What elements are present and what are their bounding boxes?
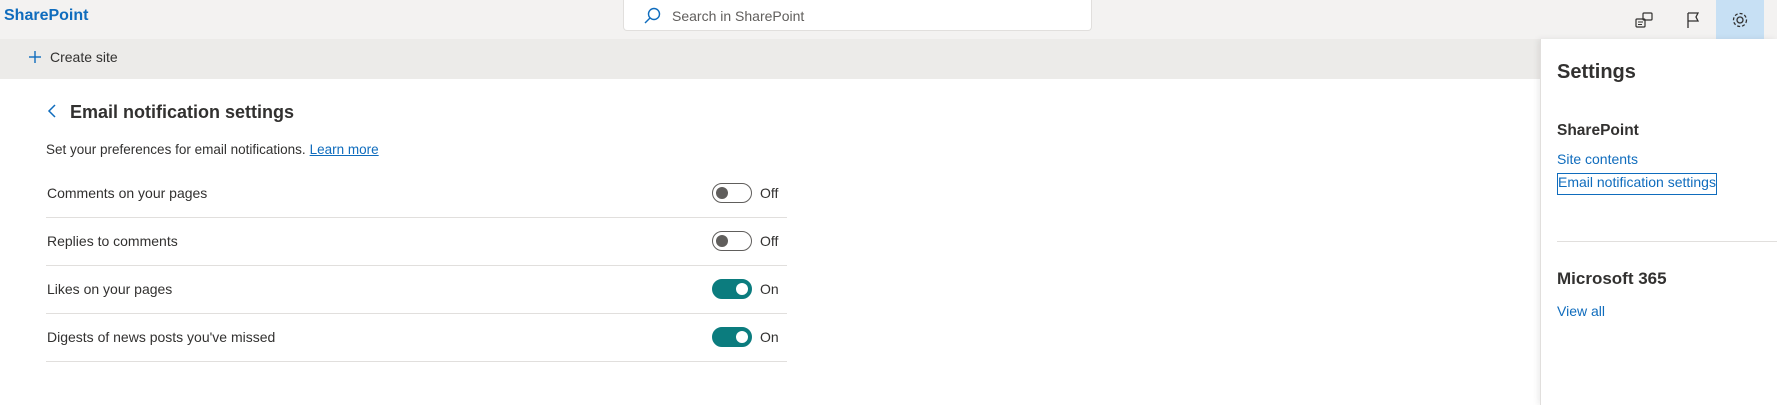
setting-row-likes: Likes on your pages On <box>46 266 787 314</box>
toggle-knob <box>736 283 748 295</box>
setting-label: Digests of news posts you've missed <box>47 329 276 345</box>
digests-toggle[interactable] <box>712 327 752 347</box>
panel-title: Settings <box>1557 61 1636 83</box>
comments-toggle[interactable] <box>712 183 752 203</box>
flag-button[interactable] <box>1669 0 1717 39</box>
section-heading-microsoft365: Microsoft 365 <box>1557 269 1667 288</box>
toggle-knob <box>716 235 728 247</box>
main-content: Email notification settings Set your pre… <box>0 79 1540 405</box>
gear-icon <box>1732 12 1748 27</box>
search-placeholder: Search in SharePoint <box>672 8 805 24</box>
flag-icon <box>1687 11 1700 28</box>
toggle-state: On <box>760 281 779 297</box>
learn-more-link[interactable]: Learn more <box>310 142 379 157</box>
likes-toggle[interactable] <box>712 279 752 299</box>
view-all-link[interactable]: View all <box>1557 303 1605 319</box>
toggle-state: Off <box>760 233 779 249</box>
search-icon <box>644 7 661 24</box>
back-arrow-icon[interactable] <box>44 102 60 120</box>
create-site-label: Create site <box>50 49 118 65</box>
plus-icon <box>29 51 41 63</box>
feedback-icon <box>1635 11 1653 28</box>
setting-row-replies: Replies to comments Off <box>46 218 787 266</box>
page-title: Email notification settings <box>70 102 295 122</box>
settings-button[interactable] <box>1716 0 1764 39</box>
create-site-button[interactable]: Create site <box>28 49 118 65</box>
top-bar: SharePoint Search in SharePoint <box>0 0 1777 39</box>
feedback-button[interactable] <box>1620 0 1668 39</box>
toggle-knob <box>736 331 748 343</box>
app-brand[interactable]: SharePoint <box>4 7 88 25</box>
replies-toggle[interactable] <box>712 231 752 251</box>
settings-panel: Settings SharePoint Site contents Email … <box>1540 39 1777 405</box>
setting-label: Likes on your pages <box>47 281 173 297</box>
setting-label: Replies to comments <box>47 233 178 249</box>
setting-row-digests: Digests of news posts you've missed On <box>46 314 787 362</box>
setting-row-comments: Comments on your pages Off <box>46 170 787 218</box>
page-description: Set your preferences for email notificat… <box>46 142 379 157</box>
description-text: Set your preferences for email notificat… <box>46 142 306 157</box>
notification-settings-list: Comments on your pages Off Replies to co… <box>46 170 787 362</box>
toggle-knob <box>716 187 728 199</box>
toggle-state: On <box>760 329 779 345</box>
site-contents-link[interactable]: Site contents <box>1557 151 1638 167</box>
section-heading-sharepoint: SharePoint <box>1557 122 1639 139</box>
setting-label: Comments on your pages <box>47 185 208 201</box>
toggle-state: Off <box>760 185 779 201</box>
search-box[interactable]: Search in SharePoint <box>623 0 1092 31</box>
section-divider <box>1557 241 1777 242</box>
command-bar: Create site <box>0 39 1540 79</box>
email-notification-settings-link[interactable]: Email notification settings <box>1557 173 1717 195</box>
